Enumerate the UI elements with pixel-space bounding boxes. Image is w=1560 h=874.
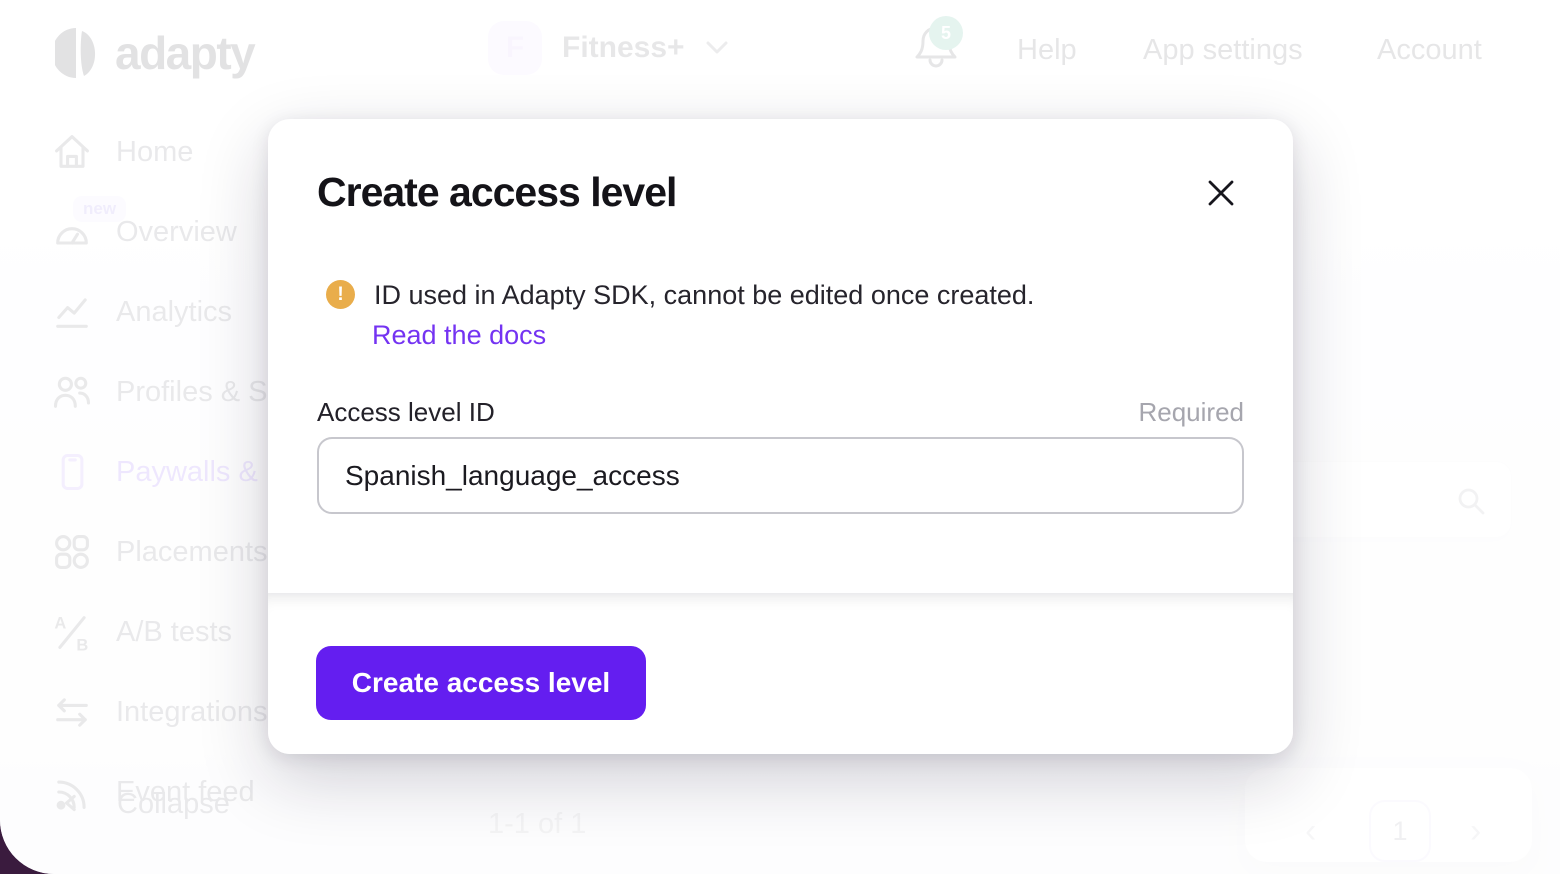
close-icon (1206, 178, 1236, 208)
app-window: adapty F Fitness+ 5 Help App settings Ac… (0, 0, 1560, 874)
create-access-level-button[interactable]: Create access level (316, 646, 646, 720)
info-note: ! ID used in Adapty SDK, cannot be edite… (326, 278, 1034, 312)
modal-title: Create access level (317, 169, 676, 216)
read-the-docs-link[interactable]: Read the docs (372, 320, 546, 351)
required-hint: Required (1138, 397, 1244, 428)
create-access-level-modal: Create access level ! ID used in Adapty … (268, 119, 1293, 754)
warning-icon: ! (326, 280, 355, 309)
modal-footer: Create access level (268, 593, 1293, 754)
close-button[interactable] (1203, 175, 1239, 211)
info-text: ID used in Adapty SDK, cannot be edited … (374, 278, 1034, 312)
access-level-id-label: Access level ID (317, 397, 495, 428)
access-level-id-input[interactable] (317, 437, 1244, 514)
